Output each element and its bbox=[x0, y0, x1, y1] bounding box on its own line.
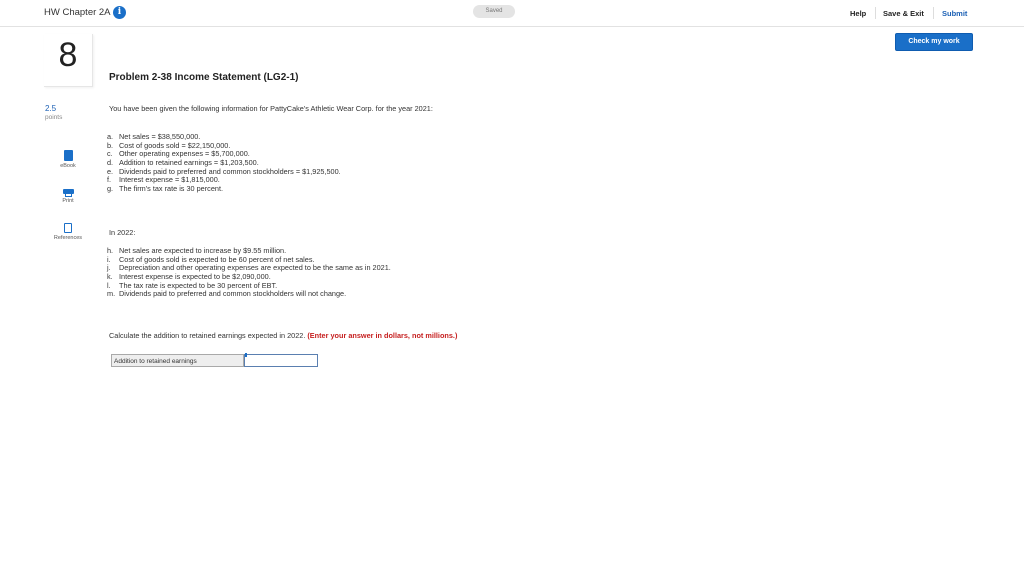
check-my-work-button[interactable]: Check my work bbox=[895, 33, 973, 51]
points-value: 2.5 bbox=[45, 104, 57, 113]
references-icon bbox=[64, 223, 72, 233]
submit-button[interactable]: Submit bbox=[942, 9, 967, 18]
saved-status: Saved bbox=[473, 5, 515, 18]
list-2021: a. Net sales = $38,550,000. b. Cost of goo… bbox=[107, 132, 341, 194]
save-exit-button[interactable]: Save & Exit bbox=[883, 9, 924, 18]
assignment-title: HW Chapter 2A bbox=[44, 7, 111, 18]
print-button[interactable]: Print bbox=[44, 187, 92, 204]
problem-title: Problem 2-38 Income Statement (LG2-1) bbox=[109, 72, 299, 83]
top-bar: HW Chapter 2A i Saved Help Save & Exit S… bbox=[0, 0, 1024, 27]
help-button[interactable]: Help bbox=[850, 9, 866, 18]
instruction-note: (Enter your answer in dollars, not milli… bbox=[307, 331, 458, 340]
list-item: g. The firm's tax rate is 30 percent. bbox=[107, 184, 223, 194]
ebook-label: eBook bbox=[60, 163, 76, 169]
instruction-text: Calculate the addition to retained earni… bbox=[109, 331, 306, 340]
ebook-button[interactable]: eBook bbox=[44, 150, 92, 169]
references-button[interactable]: References bbox=[44, 223, 92, 241]
divider bbox=[933, 7, 934, 19]
answer-label: Addition to retained earnings bbox=[111, 354, 244, 367]
book-icon bbox=[63, 150, 73, 161]
print-label: Print bbox=[62, 198, 74, 204]
question-number-box: 8 bbox=[44, 34, 93, 87]
divider bbox=[875, 7, 876, 19]
addition-to-retained-earnings-input[interactable] bbox=[244, 354, 318, 367]
question-number: 8 bbox=[58, 36, 78, 74]
year-2022-heading: In 2022: bbox=[109, 228, 136, 237]
list-2022: h. Net sales are expected to increase by … bbox=[107, 246, 391, 299]
problem-intro: You have been given the following inform… bbox=[109, 104, 433, 113]
list-item: m. Dividends paid to preferred and common… bbox=[107, 289, 347, 299]
instruction: Calculate the addition to retained earni… bbox=[109, 331, 457, 340]
input-corner-marker bbox=[245, 353, 247, 357]
points-label: points bbox=[45, 114, 63, 121]
references-label: References bbox=[53, 235, 83, 241]
info-icon[interactable]: i bbox=[113, 6, 126, 19]
print-icon bbox=[62, 187, 74, 197]
